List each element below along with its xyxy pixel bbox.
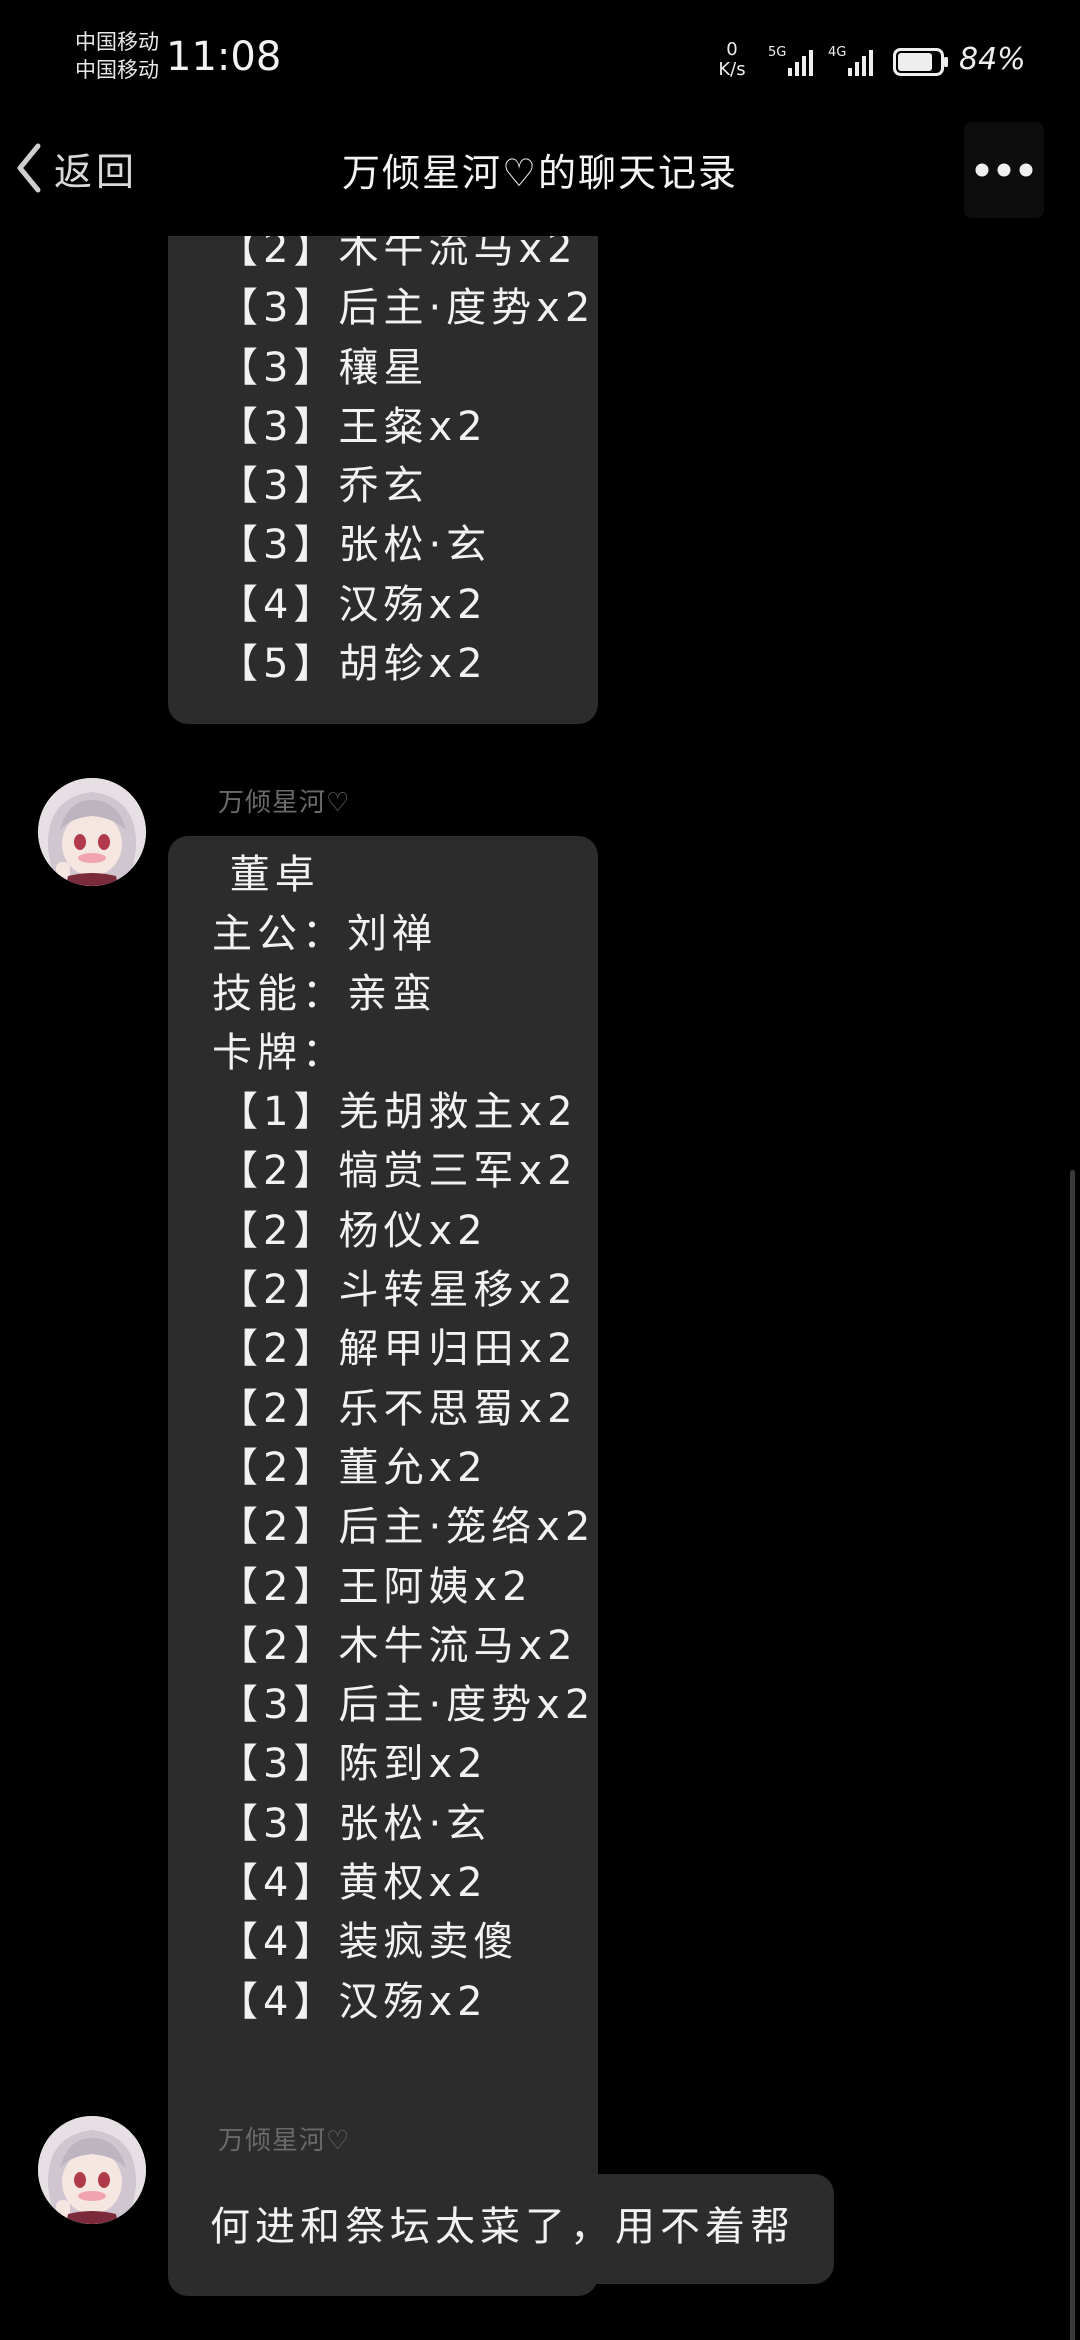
sender-name: 万倾星河♡ <box>218 2126 351 2156</box>
card-line: 【4】汉殇x2 <box>218 581 488 628</box>
lord-line: 主公：刘禅 <box>212 911 437 958</box>
battery-percent: 84% <box>959 42 1026 77</box>
card-line: 【2】斗转星移x2 <box>218 1267 578 1314</box>
card-line: 【2】解甲归田x2 <box>218 1326 578 1373</box>
card-line: 【3】穰星 <box>218 344 429 391</box>
scrollbar-thumb[interactable] <box>1070 1170 1075 2340</box>
card-line: 【2】木牛流马x2 <box>218 236 578 272</box>
card-line: 【2】乐不思蜀x2 <box>218 1385 578 1432</box>
more-button[interactable] <box>964 122 1044 218</box>
skill-line: 技能：亲蛮 <box>212 970 437 1017</box>
anime-girl-avatar-icon <box>38 778 146 886</box>
card-line: 【2】董允x2 <box>218 1444 488 1491</box>
message-bubble[interactable]: 何进和祭坛太菜了，用不着帮 <box>168 2174 834 2284</box>
signal-bars-icon <box>788 50 813 76</box>
card-line: 【3】张松·玄 <box>218 1800 492 1847</box>
signal-5g: 5G <box>768 46 822 76</box>
card-line: 【3】张松·玄 <box>218 522 492 569</box>
signal-bars-icon <box>848 50 873 76</box>
card-list: 【1】羌胡救主x2 【2】犒赏三军x2 【2】杨仪x2 【2】斗转星移x2 【2… <box>218 1083 598 2032</box>
battery-icon <box>893 48 948 76</box>
message-bubble[interactable]: 【2】木牛流马x2 【3】后主·度势x2 【3】穰星 【3】王粲x2 【3】乔玄… <box>168 236 598 724</box>
sender-name: 万倾星河♡ <box>218 788 351 818</box>
network-speed: 0 K/s <box>712 40 752 80</box>
card-line: 【3】陈到x2 <box>218 1741 488 1788</box>
cards-label: 卡牌： <box>212 1029 347 1076</box>
card-line: 【4】汉殇x2 <box>218 1978 488 2025</box>
card-line: 【2】杨仪x2 <box>218 1207 488 1254</box>
card-line: 【4】装疯卖傻 <box>218 1919 519 1966</box>
sender-avatar[interactable] <box>38 2116 146 2224</box>
card-line: 【4】黄权x2 <box>218 1860 488 1907</box>
more-dots-icon <box>975 163 1033 177</box>
carrier-1-label: 中国移动 <box>75 30 159 54</box>
network-speed-value: 0 <box>726 39 738 60</box>
chat-history[interactable]: 【2】木牛流马x2 【3】后主·度势x2 【3】穰星 【3】王粲x2 【3】乔玄… <box>0 236 1080 2340</box>
back-button[interactable]: 返回 <box>14 138 138 198</box>
card-line: 【2】木牛流马x2 <box>218 1622 578 1669</box>
chat-title-bar: 返回 万倾星河♡的聊天记录 <box>0 110 1080 236</box>
card-line: 【2】后主·笼络x2 <box>218 1504 596 1551</box>
sender-avatar[interactable] <box>38 778 146 886</box>
card-line: 【3】后主·度势x2 <box>218 1682 596 1729</box>
carrier-labels: 中国移动 中国移动 <box>75 28 159 84</box>
card-line: 【3】乔玄 <box>218 463 429 510</box>
back-label: 返回 <box>54 149 139 194</box>
clock: 11:08 <box>166 34 282 80</box>
status-bar: 中国移动 中国移动 11:08 0 K/s 5G 4G 84% <box>0 0 1080 110</box>
card-line: 【3】后主·度势x2 <box>218 285 596 332</box>
network-speed-unit: K/s <box>718 59 746 80</box>
message-heading: 董卓 <box>212 852 320 898</box>
anime-girl-avatar-icon <box>38 2116 146 2224</box>
message-lines: 【2】木牛流马x2 【3】后主·度势x2 【3】穰星 【3】王粲x2 【3】乔玄… <box>218 236 598 694</box>
card-line: 【2】犒赏三军x2 <box>218 1148 578 1195</box>
card-line: 【2】王阿姨x2 <box>218 1563 533 1610</box>
carrier-2-label: 中国移动 <box>75 58 159 82</box>
card-line: 【3】王粲x2 <box>218 403 488 450</box>
chat-title: 万倾星河♡的聊天记录 <box>341 151 739 195</box>
card-line: 【5】胡轸x2 <box>218 641 488 688</box>
message-text: 何进和祭坛太菜了，用不着帮 <box>210 2204 795 2250</box>
message-bubble[interactable]: 董卓 主公：刘禅 技能：亲蛮 卡牌： 【1】羌胡救主x2 【2】犒赏三军x2 【… <box>168 836 598 2296</box>
card-line: 【1】羌胡救主x2 <box>218 1089 578 1136</box>
chevron-left-icon <box>17 143 41 193</box>
signal-4g: 4G <box>828 46 882 76</box>
